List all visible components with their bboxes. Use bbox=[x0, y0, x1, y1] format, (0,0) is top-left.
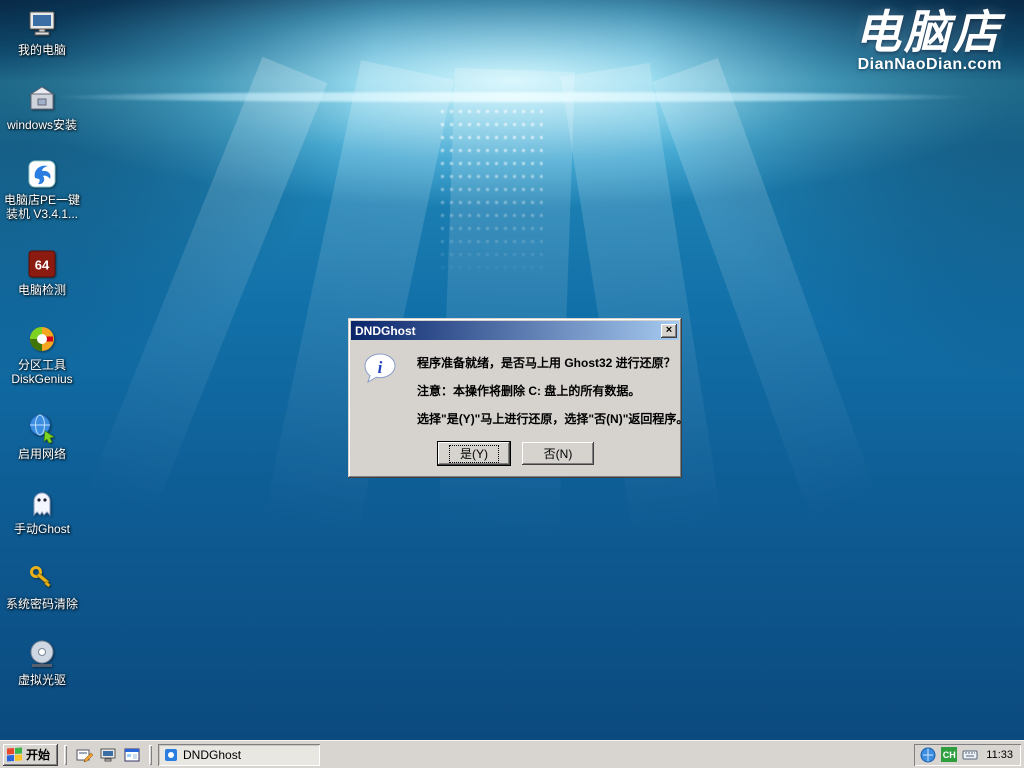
svg-text:64: 64 bbox=[35, 257, 50, 272]
water-surface-decoration bbox=[51, 92, 973, 102]
yes-button[interactable]: 是(Y) bbox=[438, 442, 510, 465]
dialog-body: i 程序准备就绪，是否马上用 Ghost32 进行还原？ 注意：本操作将删除 C… bbox=[351, 340, 679, 475]
icon-label: 电脑检测 bbox=[18, 283, 66, 297]
icon-label: 虚拟光驱 bbox=[18, 673, 66, 687]
desktop-icon-my-computer[interactable]: 我的电脑 bbox=[2, 8, 82, 57]
network-tray-icon[interactable] bbox=[920, 747, 936, 763]
desktop-icon-enable-network[interactable]: 启用网络 bbox=[2, 412, 82, 461]
dialog-message: 程序准备就绪，是否马上用 Ghost32 进行还原？ 注意：本操作将删除 C: … bbox=[417, 352, 688, 438]
task-button-dndghost[interactable]: DNDGhost bbox=[158, 744, 320, 766]
tray-clock: 11:33 bbox=[983, 749, 1013, 761]
bubbles-decoration bbox=[438, 105, 543, 290]
my-computer-quicklaunch-icon[interactable] bbox=[99, 746, 117, 764]
icon-label: 分区工具 DiskGenius bbox=[3, 358, 81, 386]
keys-icon bbox=[26, 562, 58, 594]
no-button[interactable]: 否(N) bbox=[522, 442, 594, 465]
show-desktop-icon[interactable] bbox=[75, 746, 93, 764]
brand-title: 电脑店 bbox=[855, 8, 1002, 56]
keyboard-tray-icon[interactable] bbox=[962, 747, 978, 763]
desktop-icon-windows-setup[interactable]: windows安装 bbox=[2, 83, 82, 132]
dndghost-dialog: DNDGhost × i 程序准备就绪，是否马上用 Ghost32 进行还原？ … bbox=[348, 318, 682, 478]
close-icon[interactable]: × bbox=[661, 324, 677, 338]
icon-label: 启用网络 bbox=[18, 447, 66, 461]
language-indicator-badge[interactable]: CH bbox=[941, 747, 957, 762]
start-label: 开始 bbox=[26, 746, 50, 763]
ghost-icon bbox=[26, 487, 58, 519]
quick-launch-bar bbox=[73, 746, 143, 764]
dndghost-task-icon bbox=[164, 748, 178, 762]
start-button[interactable]: 开始 bbox=[3, 744, 58, 766]
my-computer-icon bbox=[26, 8, 58, 40]
system-tray: CH 11:33 bbox=[914, 744, 1021, 766]
svg-text:i: i bbox=[378, 358, 383, 377]
toolbar-grip[interactable] bbox=[64, 745, 67, 765]
pe-swirl-icon bbox=[26, 158, 58, 190]
desktop-background: 电脑店 DianNaoDian.com 我的电脑 windows安装 电脑店PE… bbox=[0, 0, 1024, 740]
diannaodian-logo: 电脑店 DianNaoDian.com bbox=[855, 8, 1002, 74]
windows-logo-icon bbox=[7, 747, 22, 761]
icon-label: 电脑店PE一键装机 V3.4.1... bbox=[3, 193, 81, 221]
icon-label: windows安装 bbox=[7, 118, 77, 132]
dialog-line-1: 程序准备就绪，是否马上用 Ghost32 进行还原？ bbox=[417, 354, 688, 371]
brand-subtitle: DianNaoDian.com bbox=[855, 56, 1002, 74]
info-icon: i bbox=[363, 352, 397, 386]
taskbar: 开始 DNDGhost CH 11:33 bbox=[0, 740, 1024, 768]
diskgenius-pie-icon bbox=[26, 323, 58, 355]
network-globe-icon bbox=[26, 412, 58, 444]
dialog-title: DNDGhost bbox=[355, 324, 661, 338]
installer-box-icon bbox=[26, 83, 58, 115]
dialog-titlebar[interactable]: DNDGhost × bbox=[351, 321, 679, 340]
desktop-icon-column: 我的电脑 windows安装 电脑店PE一键装机 V3.4.1... 64 电脑… bbox=[2, 8, 82, 687]
dialog-line-3: 选择"是(Y)"马上进行还原，选择"否(N)"返回程序。 bbox=[417, 410, 688, 427]
check-64-icon: 64 bbox=[26, 248, 58, 280]
icon-label: 系统密码清除 bbox=[6, 597, 78, 611]
task-button-label: DNDGhost bbox=[183, 748, 241, 762]
desktop-icon-manual-ghost[interactable]: 手动Ghost bbox=[2, 487, 82, 536]
toolbar-grip[interactable] bbox=[149, 745, 152, 765]
explorer-window-icon[interactable] bbox=[123, 746, 141, 764]
icon-label: 我的电脑 bbox=[18, 43, 66, 57]
desktop-icon-computer-check[interactable]: 64 电脑检测 bbox=[2, 248, 82, 297]
desktop-icon-pe-installer[interactable]: 电脑店PE一键装机 V3.4.1... bbox=[2, 158, 82, 221]
desktop-icon-diskgenius[interactable]: 分区工具 DiskGenius bbox=[2, 323, 82, 386]
desktop-icon-password-clear[interactable]: 系统密码清除 bbox=[2, 562, 82, 611]
icon-label: 手动Ghost bbox=[14, 522, 70, 536]
desktop-icon-virtual-cdrom[interactable]: 虚拟光驱 bbox=[2, 638, 82, 687]
dialog-line-2: 注意：本操作将删除 C: 盘上的所有数据。 bbox=[417, 382, 688, 399]
cd-disc-icon bbox=[26, 638, 58, 670]
